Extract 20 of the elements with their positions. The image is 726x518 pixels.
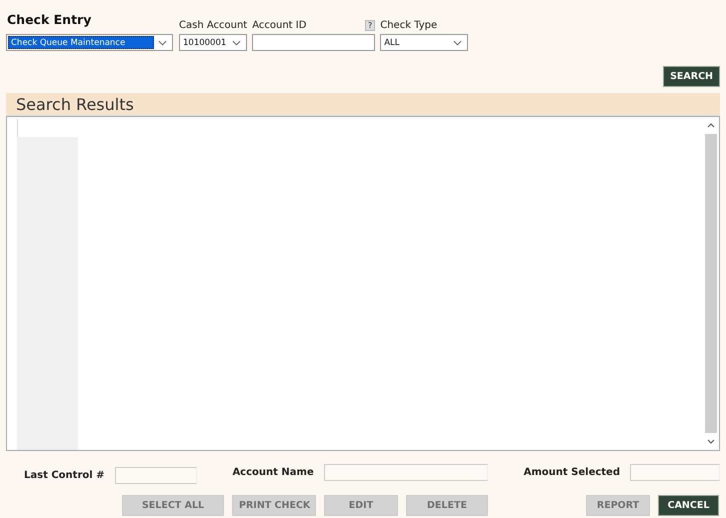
scroll-up-icon[interactable] <box>707 123 715 128</box>
caret-icon <box>232 40 241 46</box>
dropdown[interactable]: 10100001 <box>179 34 247 51</box>
caret-icon <box>453 40 462 46</box>
page-title: Check Entry <box>6 12 92 27</box>
field-label: Cash Account <box>179 20 248 31</box>
scroll-down-icon[interactable] <box>707 439 715 444</box>
mode-dropdown[interactable]: Check Queue Maintenance <box>6 34 173 51</box>
action-button[interactable]: CANCEL <box>658 495 719 516</box>
summary-label: Account Name <box>232 467 314 478</box>
results-title: Search Results <box>16 94 134 114</box>
summary-label: Last Control # <box>24 470 105 481</box>
field-label: Check Type <box>380 20 438 31</box>
field-label: Account ID <box>252 20 306 31</box>
search-button[interactable]: SEARCH <box>663 66 720 87</box>
caret-icon <box>158 40 167 46</box>
input-field[interactable] <box>252 34 376 51</box>
dropdown[interactable]: ALL <box>380 34 468 51</box>
help-button[interactable]: ? <box>364 20 376 31</box>
summary-label: Amount Selected <box>524 467 620 478</box>
